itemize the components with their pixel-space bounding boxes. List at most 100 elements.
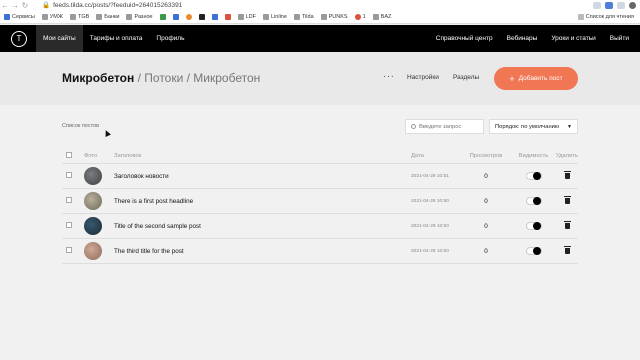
post-thumbnail[interactable] [84, 217, 102, 235]
bookmark-item[interactable]: УМЖ [41, 13, 63, 20]
forward-arrow-icon[interactable]: → [10, 1, 20, 10]
breadcrumb-path[interactable]: / Потоки / Микробетон [138, 71, 261, 85]
bookmark-item[interactable]: Разное [126, 13, 153, 20]
bookmark-favicon-icon[interactable] [198, 13, 205, 20]
browser-extensions [593, 1, 640, 9]
extension-icon[interactable] [617, 1, 625, 9]
folder-icon [126, 13, 133, 20]
sort-dropdown[interactable]: Порядок: по умолчанию ▼ [489, 119, 578, 134]
column-photo: Фото [84, 152, 98, 159]
bookmark-item[interactable]: PUNKS [320, 13, 348, 20]
folder-icon [237, 13, 244, 20]
nav-logout[interactable]: Выйти [603, 25, 636, 52]
mouse-cursor-icon [103, 129, 111, 137]
folder-icon [372, 13, 379, 20]
post-title[interactable]: Title of the second sample post [114, 223, 411, 230]
url-text: feeds.tilda.cc/posts/?feeduid=2640152633… [53, 2, 183, 9]
page-header: Микробетон / Потоки / Микробетон ··· Нас… [0, 52, 640, 105]
bookmark-favicon-icon[interactable] [172, 13, 179, 20]
folder-icon [263, 13, 270, 20]
column-date: Дата [411, 152, 424, 159]
visibility-toggle[interactable] [525, 222, 542, 230]
visibility-toggle[interactable] [525, 247, 542, 255]
trash-icon[interactable] [563, 171, 571, 179]
post-date: 2021-04-29 10:50 [411, 248, 449, 254]
sort-label: Порядок: по умолчанию [495, 123, 560, 130]
post-thumbnail[interactable] [84, 167, 102, 185]
nav-lessons[interactable]: Уроки и статьи [544, 25, 602, 52]
add-post-button[interactable]: + Добавить пост [494, 67, 578, 90]
sections-link[interactable]: Разделы [453, 74, 479, 81]
bookmark-item[interactable]: 1 [354, 13, 366, 20]
reading-list[interactable]: Список для чтения [577, 13, 640, 20]
bookmark-favicon-icon[interactable] [185, 13, 192, 20]
breadcrumb-root[interactable]: Микробетон [62, 71, 134, 85]
nav-profile[interactable]: Профиль [149, 25, 191, 52]
column-delete: Удалить [555, 152, 579, 159]
visibility-toggle[interactable] [525, 172, 542, 180]
row-checkbox[interactable] [66, 222, 72, 228]
plus-icon: + [509, 73, 515, 84]
reload-icon[interactable]: ↻ [20, 1, 30, 10]
tilda-logo[interactable]: T [11, 30, 27, 47]
extension-icon[interactable] [593, 1, 601, 9]
add-post-label: Добавить пост [518, 75, 563, 82]
table-row[interactable]: Заголовок новости 2021-04-29 10:51 0 [62, 164, 578, 189]
post-views: 0 [484, 197, 488, 205]
column-visibility: Видимость [518, 152, 549, 159]
search-box[interactable] [405, 119, 484, 134]
breadcrumb: Микробетон / Потоки / Микробетон [62, 71, 260, 85]
table-row[interactable]: There is a first post headline 2021-04-2… [62, 189, 578, 214]
folder-icon [41, 13, 48, 20]
bookmark-item[interactable]: TGB [69, 13, 89, 20]
trash-icon[interactable] [563, 246, 571, 254]
tilda-header: T Мои сайты Тарифы и оплата Профиль Спра… [0, 25, 640, 52]
post-title[interactable]: The third title for the post [114, 248, 411, 255]
back-arrow-icon[interactable]: ← [0, 1, 10, 10]
visibility-toggle[interactable] [525, 197, 542, 205]
more-menu-icon[interactable]: ··· [383, 71, 395, 82]
address-bar[interactable]: 🔒 feeds.tilda.cc/posts/?feeduid=264015263… [42, 1, 182, 9]
profile-avatar[interactable] [629, 1, 636, 9]
bookmark-item[interactable]: Linline [263, 13, 287, 20]
nav-my-sites[interactable]: Мои сайты [36, 25, 83, 52]
row-checkbox[interactable] [66, 197, 72, 203]
bookmark-item[interactable]: Банки [96, 13, 119, 20]
post-views: 0 [484, 222, 488, 230]
bookmark-favicon-icon[interactable] [211, 13, 218, 20]
row-checkbox[interactable] [66, 172, 72, 178]
bookmark-favicon-icon[interactable] [159, 13, 166, 20]
nav-webinars[interactable]: Вебинары [500, 25, 545, 52]
list-label: Список постов [62, 123, 100, 129]
bookmark-item[interactable]: Tilda [293, 13, 314, 20]
post-thumbnail[interactable] [84, 242, 102, 260]
post-date: 2021-04-29 10:51 [411, 173, 449, 179]
bookmark-favicon-icon[interactable] [224, 13, 231, 20]
folder-icon [320, 13, 327, 20]
post-views: 0 [484, 247, 488, 255]
post-thumbnail[interactable] [84, 192, 102, 210]
table-header: Фото Заголовок Дата Просмотров Видимость… [62, 148, 578, 164]
posts-content: Список постов Порядок: по умолчанию ▼ Фо… [0, 105, 640, 360]
trash-icon[interactable] [563, 196, 571, 204]
bookmark-item[interactable]: BAZ [372, 13, 391, 20]
nav-plans[interactable]: Тарифы и оплата [83, 25, 150, 52]
settings-link[interactable]: Настройки [407, 74, 439, 81]
column-title: Заголовок [114, 152, 142, 159]
post-views: 0 [484, 172, 488, 180]
table-row[interactable]: The third title for the post 2021-04-29 … [62, 239, 578, 264]
bookmark-item[interactable]: LDF [237, 13, 256, 20]
select-all-checkbox[interactable] [66, 151, 72, 158]
folder-icon [69, 13, 76, 20]
post-title[interactable]: Заголовок новости [114, 173, 411, 180]
table-row[interactable]: Title of the second sample post 2021-04-… [62, 214, 578, 239]
folder-icon [96, 13, 103, 20]
post-title[interactable]: There is a first post headline [114, 198, 411, 205]
search-input[interactable] [419, 123, 479, 130]
row-checkbox[interactable] [66, 247, 72, 253]
trash-icon[interactable] [563, 221, 571, 229]
reading-list-icon [577, 13, 584, 20]
extension-icon[interactable] [605, 1, 613, 9]
bookmark-item[interactable]: Сервисы [4, 13, 35, 20]
nav-help-center[interactable]: Справочный центр [429, 25, 500, 52]
